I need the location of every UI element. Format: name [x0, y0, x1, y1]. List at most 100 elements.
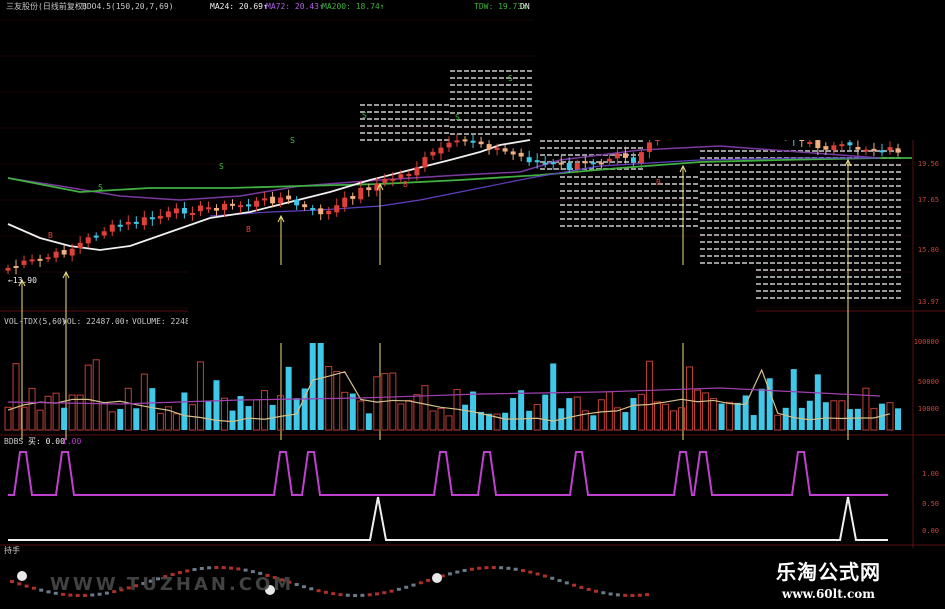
cloud-dash	[756, 248, 761, 250]
cloud-dash	[520, 112, 525, 114]
cloud-dash	[791, 248, 796, 250]
candle-body	[486, 144, 492, 150]
cloud-dash	[889, 213, 894, 215]
cloud-dash	[637, 183, 642, 185]
volume-bar-down	[758, 388, 765, 430]
cloud-dash	[742, 164, 747, 166]
signal-s-2: S	[219, 162, 224, 171]
cloud-dash	[896, 234, 901, 236]
cloud-dash	[367, 125, 372, 127]
cloud-dash	[499, 70, 504, 72]
cloud-dash	[367, 111, 372, 113]
cloud-dash	[826, 199, 831, 201]
volume-bar-up	[100, 403, 108, 431]
cloud-dash	[450, 105, 455, 107]
cloud-dash	[819, 171, 824, 173]
cloud-dash	[805, 164, 810, 166]
cloud-dash	[492, 112, 497, 114]
cloud-dash	[581, 218, 586, 220]
cloud-dash	[896, 192, 901, 194]
cloud-dash	[728, 178, 733, 180]
candle-body	[614, 153, 620, 159]
candle-body	[566, 162, 572, 170]
candle-body	[342, 197, 348, 208]
cloud-dash	[777, 213, 782, 215]
holding-label: 持手	[4, 546, 20, 555]
volume-bar-up	[373, 376, 381, 431]
holding-dot	[185, 569, 190, 573]
cloud-dash	[665, 225, 670, 227]
holding-dot	[353, 593, 358, 597]
cloud-dash	[826, 297, 831, 299]
candle-body	[45, 257, 51, 260]
cloud-dash	[882, 262, 887, 264]
candle-body	[197, 205, 203, 212]
cloud-dash	[478, 98, 483, 100]
cloud-dash	[616, 225, 621, 227]
cloud-dash	[833, 290, 838, 292]
cloud-dash	[812, 192, 817, 194]
cloud-dash	[360, 104, 365, 106]
price-axis-tick: 13.97	[917, 298, 939, 306]
cloud-dash	[637, 225, 642, 227]
volume-bar-up	[870, 407, 878, 431]
cloud-dash	[595, 176, 600, 178]
site-name-watermark: 乐淘公式网	[776, 560, 881, 584]
cloud-dash	[882, 171, 887, 173]
cloud-dash	[763, 255, 768, 257]
cloud-dash	[868, 255, 873, 257]
volume-value-label: VOLUME: 22487	[132, 317, 195, 326]
cloud-dash	[637, 204, 642, 206]
volume-bars[interactable]	[4, 342, 901, 431]
cloud-dash	[568, 140, 573, 142]
cloud-dash	[610, 147, 615, 149]
volume-bar-up	[661, 403, 669, 431]
cloud-dash	[520, 105, 525, 107]
candle-body	[181, 207, 187, 214]
cloud-dash	[791, 192, 796, 194]
cloud-dash	[868, 262, 873, 264]
cloud-dash	[889, 255, 894, 257]
cloud-dash	[630, 211, 635, 213]
candle-body	[101, 231, 107, 236]
cloud-dash	[568, 154, 573, 156]
cloud-dash	[833, 227, 838, 229]
cloud-dash	[527, 91, 532, 93]
cloud-dash	[784, 192, 789, 194]
cloud-dash	[742, 255, 747, 257]
cloud-dash	[770, 199, 775, 201]
cloud-dash	[609, 176, 614, 178]
cloud-dash	[777, 178, 782, 180]
cloud-dash	[763, 164, 768, 166]
cloud-dash	[735, 164, 740, 166]
cloud-dash	[854, 199, 859, 201]
cloud-dash	[812, 199, 817, 201]
cloud-dash	[756, 269, 761, 271]
cloud-dash	[395, 104, 400, 106]
volume-bar-down	[566, 398, 573, 430]
cloud-dash	[728, 227, 733, 229]
volume-bar-down	[213, 380, 220, 430]
redaction-top-right	[534, 0, 945, 140]
cloud-dash	[770, 297, 775, 299]
cloud-dash	[609, 204, 614, 206]
cloud-dash	[707, 185, 712, 187]
cloud-dash	[861, 164, 866, 166]
signal-s-3: S	[290, 136, 295, 145]
cloud-dash	[875, 283, 880, 285]
cloud-dash	[840, 290, 845, 292]
cloud-dash	[896, 199, 901, 201]
cloud-dash	[784, 171, 789, 173]
volume-bar-down	[822, 402, 829, 430]
cloud-dash	[388, 104, 393, 106]
cloud-dash	[868, 185, 873, 187]
cloud-dash	[875, 192, 880, 194]
cloud-dash	[658, 190, 663, 192]
cloud-dash	[381, 111, 386, 113]
cloud-dash	[735, 241, 740, 243]
cloud-dash	[561, 168, 566, 170]
cloud-dash	[602, 225, 607, 227]
cloud-dash	[651, 218, 656, 220]
candle-body	[390, 178, 396, 181]
cloud-dash	[763, 276, 768, 278]
